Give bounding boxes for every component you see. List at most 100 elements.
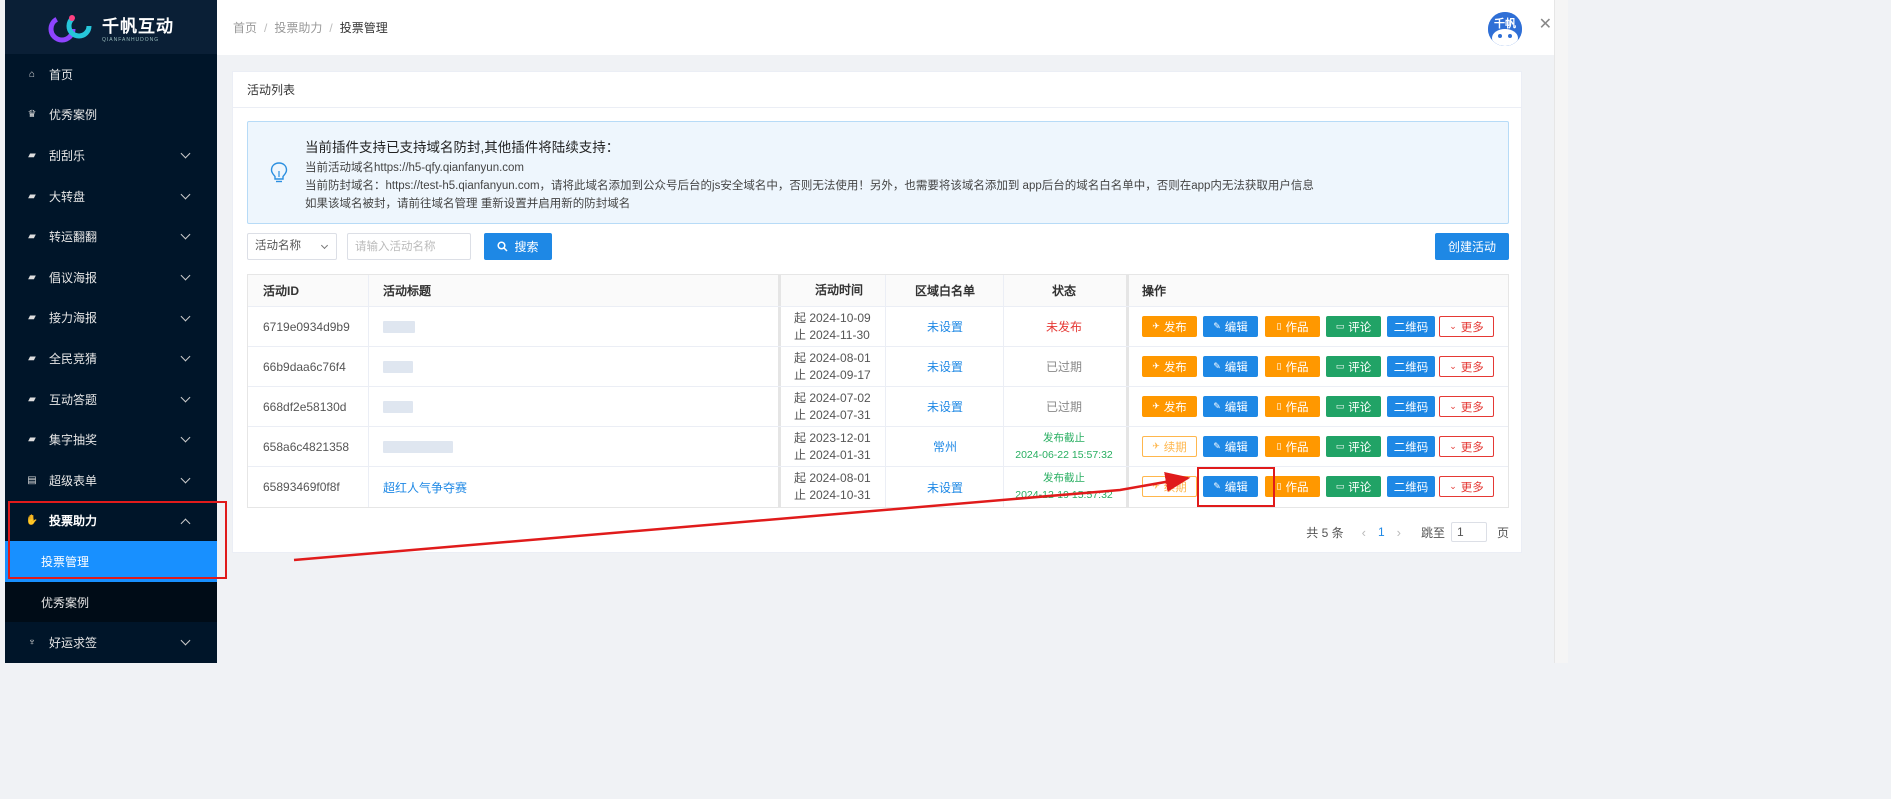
edit-button[interactable]: ✎ 编辑 <box>1203 316 1258 337</box>
more-button[interactable]: ⌄ 更多 <box>1439 316 1494 337</box>
sidebar-subitem[interactable]: 优秀案例 <box>5 581 217 623</box>
renew-button-label: 续期 <box>1163 441 1187 454</box>
cell-status: 发布截止 2024-06-22 15:57:32 <box>1004 427 1124 466</box>
table-body: 6719e0934d9b9 起 2024-10-09 止 2024-11-30 未设置… <box>248 307 1508 507</box>
sidebar-subitem-label: 投票管理 <box>41 554 90 569</box>
qrcode-button[interactable]: 二维码 <box>1387 476 1435 497</box>
more-button[interactable]: ⌄ 更多 <box>1439 436 1494 457</box>
create-activity-button[interactable]: 创建活动 <box>1435 233 1509 260</box>
edit-button[interactable]: ✎ 编辑 <box>1203 356 1258 377</box>
prev-page-icon[interactable]: ‹ <box>1362 525 1366 540</box>
search-field-select[interactable]: 活动名称 <box>247 233 337 260</box>
renew-button[interactable]: ✈ 续期 <box>1142 476 1197 497</box>
sidebar-item[interactable]: ▤ 超级表单 <box>5 460 217 501</box>
page-scrollbar[interactable] <box>1554 0 1568 663</box>
comment-button[interactable]: ▭ 评论 <box>1326 476 1381 497</box>
logo[interactable]: 千帆互动 QIANFANHUDONG <box>5 0 217 54</box>
works-button[interactable]: ▯ 作品 <box>1265 476 1320 497</box>
cell-activity-id: 66b9daa6c76f4 <box>263 359 346 374</box>
column-divider <box>778 387 781 426</box>
sidebar-item[interactable]: ▰ 全民竞猜 <box>5 338 217 379</box>
sidebar-item[interactable]: ▰ 接力海报 <box>5 298 217 339</box>
activity-title-link[interactable]: 超红人气争夺赛 <box>383 479 467 496</box>
next-page-icon[interactable]: › <box>1397 525 1401 540</box>
more-button-label: 更多 <box>1460 401 1484 414</box>
cell-whitelist: 未设置 <box>886 387 1004 426</box>
column-divider <box>1126 307 1129 346</box>
edit-button[interactable]: ✎ 编辑 <box>1203 436 1258 457</box>
edit-button-label: 编辑 <box>1224 481 1248 494</box>
sidebar-item[interactable]: ▰ 集字抽奖 <box>5 419 217 460</box>
edit-button[interactable]: ✎ 编辑 <box>1203 476 1258 497</box>
comment-button[interactable]: ▭ 评论 <box>1326 316 1381 337</box>
column-header-ops: 操作 <box>1142 284 1167 298</box>
sidebar-item[interactable]: ▰ 互动答题 <box>5 379 217 420</box>
qrcode-button[interactable]: 二维码 <box>1387 396 1435 417</box>
works-button[interactable]: ▯ 作品 <box>1265 436 1320 457</box>
status-badge: 未发布 <box>1045 320 1082 334</box>
activity-start-date: 起 2024-07-02 <box>794 390 871 405</box>
works-button[interactable]: ▯ 作品 <box>1265 396 1320 417</box>
comment-button[interactable]: ▭ 评论 <box>1326 396 1381 417</box>
status-badge: 发布截止 <box>1043 431 1085 444</box>
column-divider <box>1003 275 1004 306</box>
column-divider <box>1126 467 1129 507</box>
more-button[interactable]: ⌄ 更多 <box>1439 356 1494 377</box>
whitelist-link[interactable]: 未设置 <box>927 479 963 496</box>
publish-button-label: 发布 <box>1163 321 1187 334</box>
qrcode-button[interactable]: 二维码 <box>1387 436 1435 457</box>
qrcode-button[interactable]: 二维码 <box>1387 356 1435 377</box>
close-icon[interactable]: ✕ <box>1539 14 1552 34</box>
search-button[interactable]: 搜索 <box>484 233 552 260</box>
sidebar-item[interactable]: ♛ 优秀案例 <box>5 95 217 136</box>
works-button-label: 作品 <box>1285 441 1309 454</box>
chevron-down-icon: ⌄ <box>1449 401 1457 411</box>
pagination-current-page[interactable]: 1 <box>1378 525 1385 539</box>
more-button[interactable]: ⌄ 更多 <box>1439 476 1494 497</box>
whitelist-link[interactable]: 未设置 <box>927 358 963 375</box>
search-icon <box>497 241 509 252</box>
breadcrumb-parent[interactable]: 投票助力 <box>274 21 322 35</box>
cell-activity-title <box>383 427 453 466</box>
redacted-title <box>383 360 413 373</box>
sidebar-item[interactable]: ⌂ 首页 <box>5 54 217 95</box>
file-icon: ▯ <box>1276 441 1282 451</box>
whitelist-link[interactable]: 未设置 <box>927 318 963 335</box>
publish-button[interactable]: ✈ 发布 <box>1142 396 1197 417</box>
chevron-down-icon <box>180 148 191 159</box>
column-header-title: 活动标题 <box>383 284 432 298</box>
more-button[interactable]: ⌄ 更多 <box>1439 396 1494 417</box>
breadcrumb-home[interactable]: 首页 <box>233 21 257 35</box>
breadcrumb-separator: / <box>264 21 268 35</box>
chevron-down-icon <box>180 311 191 322</box>
pagination-jump-input[interactable]: 1 <box>1450 522 1487 542</box>
sidebar-item[interactable]: ▰ 刮刮乐 <box>5 135 217 176</box>
sidebar-item[interactable]: ▰ 倡议海报 <box>5 257 217 298</box>
sidebar-item[interactable]: ▰ 大转盘 <box>5 176 217 217</box>
avatar-icon: 千帆 <box>1488 12 1522 46</box>
sidebar-item[interactable]: ✋ 投票助力 <box>5 501 217 542</box>
search-input[interactable] <box>347 233 471 260</box>
whitelist-link[interactable]: 未设置 <box>927 398 963 415</box>
cell-whitelist: 未设置 <box>886 467 1004 507</box>
comment-button[interactable]: ▭ 评论 <box>1326 356 1381 377</box>
cell-whitelist: 常州 <box>886 427 1004 466</box>
publish-button[interactable]: ✈ 发布 <box>1142 316 1197 337</box>
whitelist-link[interactable]: 常州 <box>933 438 957 455</box>
comment-button[interactable]: ▭ 评论 <box>1326 436 1381 457</box>
column-divider <box>1126 427 1129 466</box>
publish-button[interactable]: ✈ 发布 <box>1142 356 1197 377</box>
card-title: 活动列表 <box>233 72 1521 108</box>
qrcode-button[interactable]: 二维码 <box>1387 316 1435 337</box>
avatar[interactable]: 千帆 <box>1488 12 1522 46</box>
sidebar-item[interactable]: ▰ 转运翻翻 <box>5 216 217 257</box>
renew-button[interactable]: ✈ 续期 <box>1142 436 1197 457</box>
works-button[interactable]: ▯ 作品 <box>1265 356 1320 377</box>
file-icon: ▯ <box>1276 361 1282 371</box>
works-button[interactable]: ▯ 作品 <box>1265 316 1320 337</box>
filter-bar: 活动名称 搜索 创建活动 <box>247 233 1509 260</box>
sidebar-item[interactable]: ♆ 好运求签 <box>5 622 217 663</box>
row-actions: ✈ 续期 ✎ 编辑 ▯ 作品 ▭ 评论 二维码 ⌄ 更多 <box>1142 436 1502 457</box>
sidebar-subitem[interactable]: 投票管理 <box>5 541 217 582</box>
edit-button[interactable]: ✎ 编辑 <box>1203 396 1258 417</box>
